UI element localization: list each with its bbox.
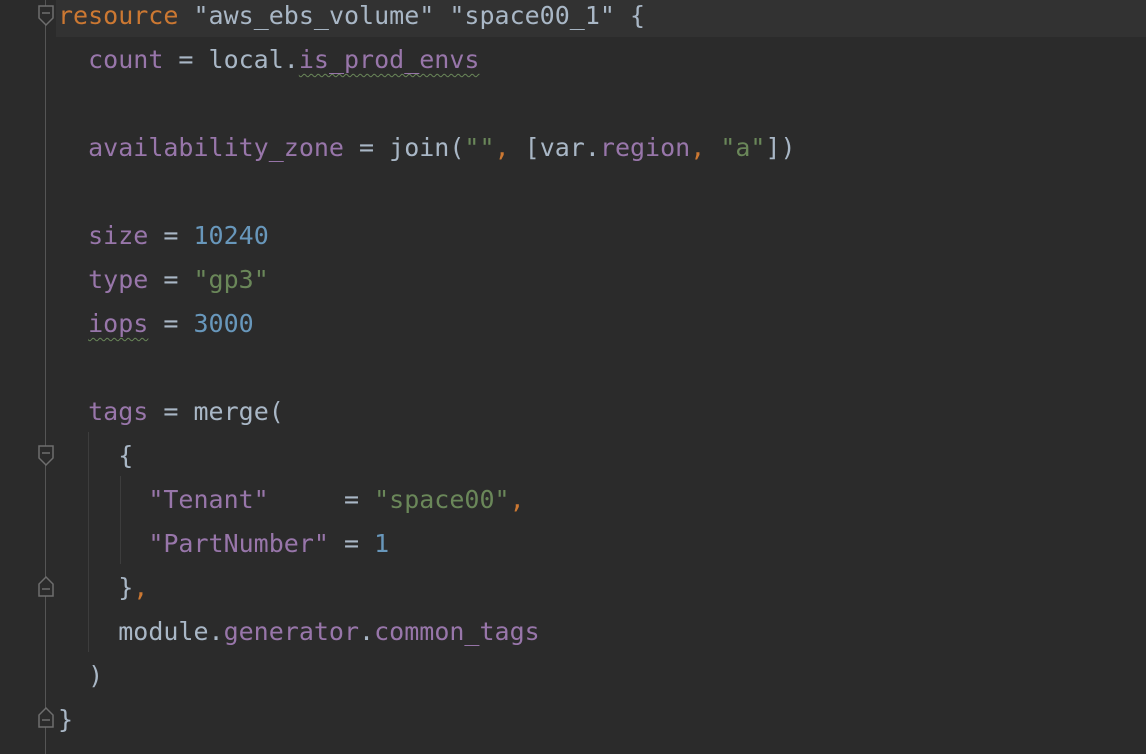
operator: = — [343, 133, 390, 162]
code-line-10[interactable]: tags = merge( — [58, 390, 284, 434]
attribute-key: size — [88, 221, 149, 250]
operator: = — [148, 265, 194, 294]
code-line-8[interactable]: iops = 3000 — [58, 302, 254, 346]
brace: { — [630, 1, 646, 30]
operator: = — [328, 529, 375, 558]
code-line-16[interactable]: ) — [58, 654, 103, 698]
reference-attribute: region — [599, 133, 691, 162]
string: "space00" — [374, 485, 510, 514]
comma: , — [690, 133, 706, 162]
operator: = — [148, 397, 194, 426]
code-line-12[interactable]: "Tenant" = "space00", — [58, 478, 525, 522]
fold-open-icon[interactable] — [37, 445, 55, 467]
operator: = — [148, 221, 194, 250]
fold-close-icon[interactable] — [37, 575, 55, 597]
code-line-15[interactable]: module.generator.common_tags — [58, 610, 540, 654]
bracket: ]) — [765, 133, 796, 162]
brace: } — [118, 573, 134, 602]
map-key: "PartNumber" — [148, 529, 329, 558]
operator: = — [268, 485, 375, 514]
reference-attribute: generator — [223, 617, 360, 646]
reference: var. — [539, 133, 600, 162]
comma: , — [494, 133, 510, 162]
code-line-1[interactable]: resource "aws_ebs_volume" "space00_1" { — [58, 0, 645, 38]
code-line-14[interactable]: }, — [58, 566, 148, 610]
string: "space00_1" — [449, 1, 615, 30]
operator: = — [163, 45, 209, 74]
number: 1 — [374, 529, 390, 558]
code-line-2[interactable]: count = local.is_prod_envs — [58, 38, 479, 82]
number: 10240 — [193, 221, 269, 250]
editor-gutter — [0, 0, 56, 754]
reference-attribute: is_prod_envs — [298, 45, 480, 74]
dot: . — [359, 617, 375, 646]
code-line-13[interactable]: "PartNumber" = 1 — [58, 522, 389, 566]
string: "gp3" — [193, 265, 269, 294]
gutter-separator — [45, 0, 46, 754]
code-line-6[interactable]: size = 10240 — [58, 214, 269, 258]
reference: local. — [208, 45, 299, 74]
attribute-key: count — [88, 45, 164, 74]
paren: ) — [88, 661, 104, 690]
fold-close-icon[interactable] — [37, 706, 55, 728]
string: "" — [464, 133, 495, 162]
code-line-11[interactable]: { — [58, 434, 133, 478]
code-line-4[interactable]: availability_zone = join("", [var.region… — [58, 126, 796, 170]
attribute-key: availability_zone — [88, 133, 344, 162]
brace: } — [58, 705, 74, 734]
operator: = — [148, 309, 194, 338]
attribute-key: tags — [88, 397, 149, 426]
reference: module. — [118, 617, 224, 646]
code-editor[interactable]: resource "aws_ebs_volume" "space00_1" { … — [0, 0, 1146, 754]
code-line-7[interactable]: type = "gp3" — [58, 258, 269, 302]
function-call: join( — [389, 133, 465, 162]
bracket: [ — [509, 133, 540, 162]
string: "aws_ebs_volume" — [193, 1, 435, 30]
fold-open-icon[interactable] — [37, 5, 55, 27]
attribute-key: type — [88, 265, 149, 294]
attribute-key: iops — [88, 309, 149, 338]
number: 3000 — [193, 309, 254, 338]
string: "a" — [705, 133, 766, 162]
brace: { — [118, 441, 134, 470]
reference-attribute: common_tags — [374, 617, 540, 646]
keyword: resource — [58, 1, 179, 30]
comma: , — [509, 485, 525, 514]
map-key: "Tenant" — [148, 485, 269, 514]
comma: , — [133, 573, 149, 602]
code-line-17[interactable]: } — [58, 698, 73, 742]
function-call: merge( — [193, 397, 284, 426]
